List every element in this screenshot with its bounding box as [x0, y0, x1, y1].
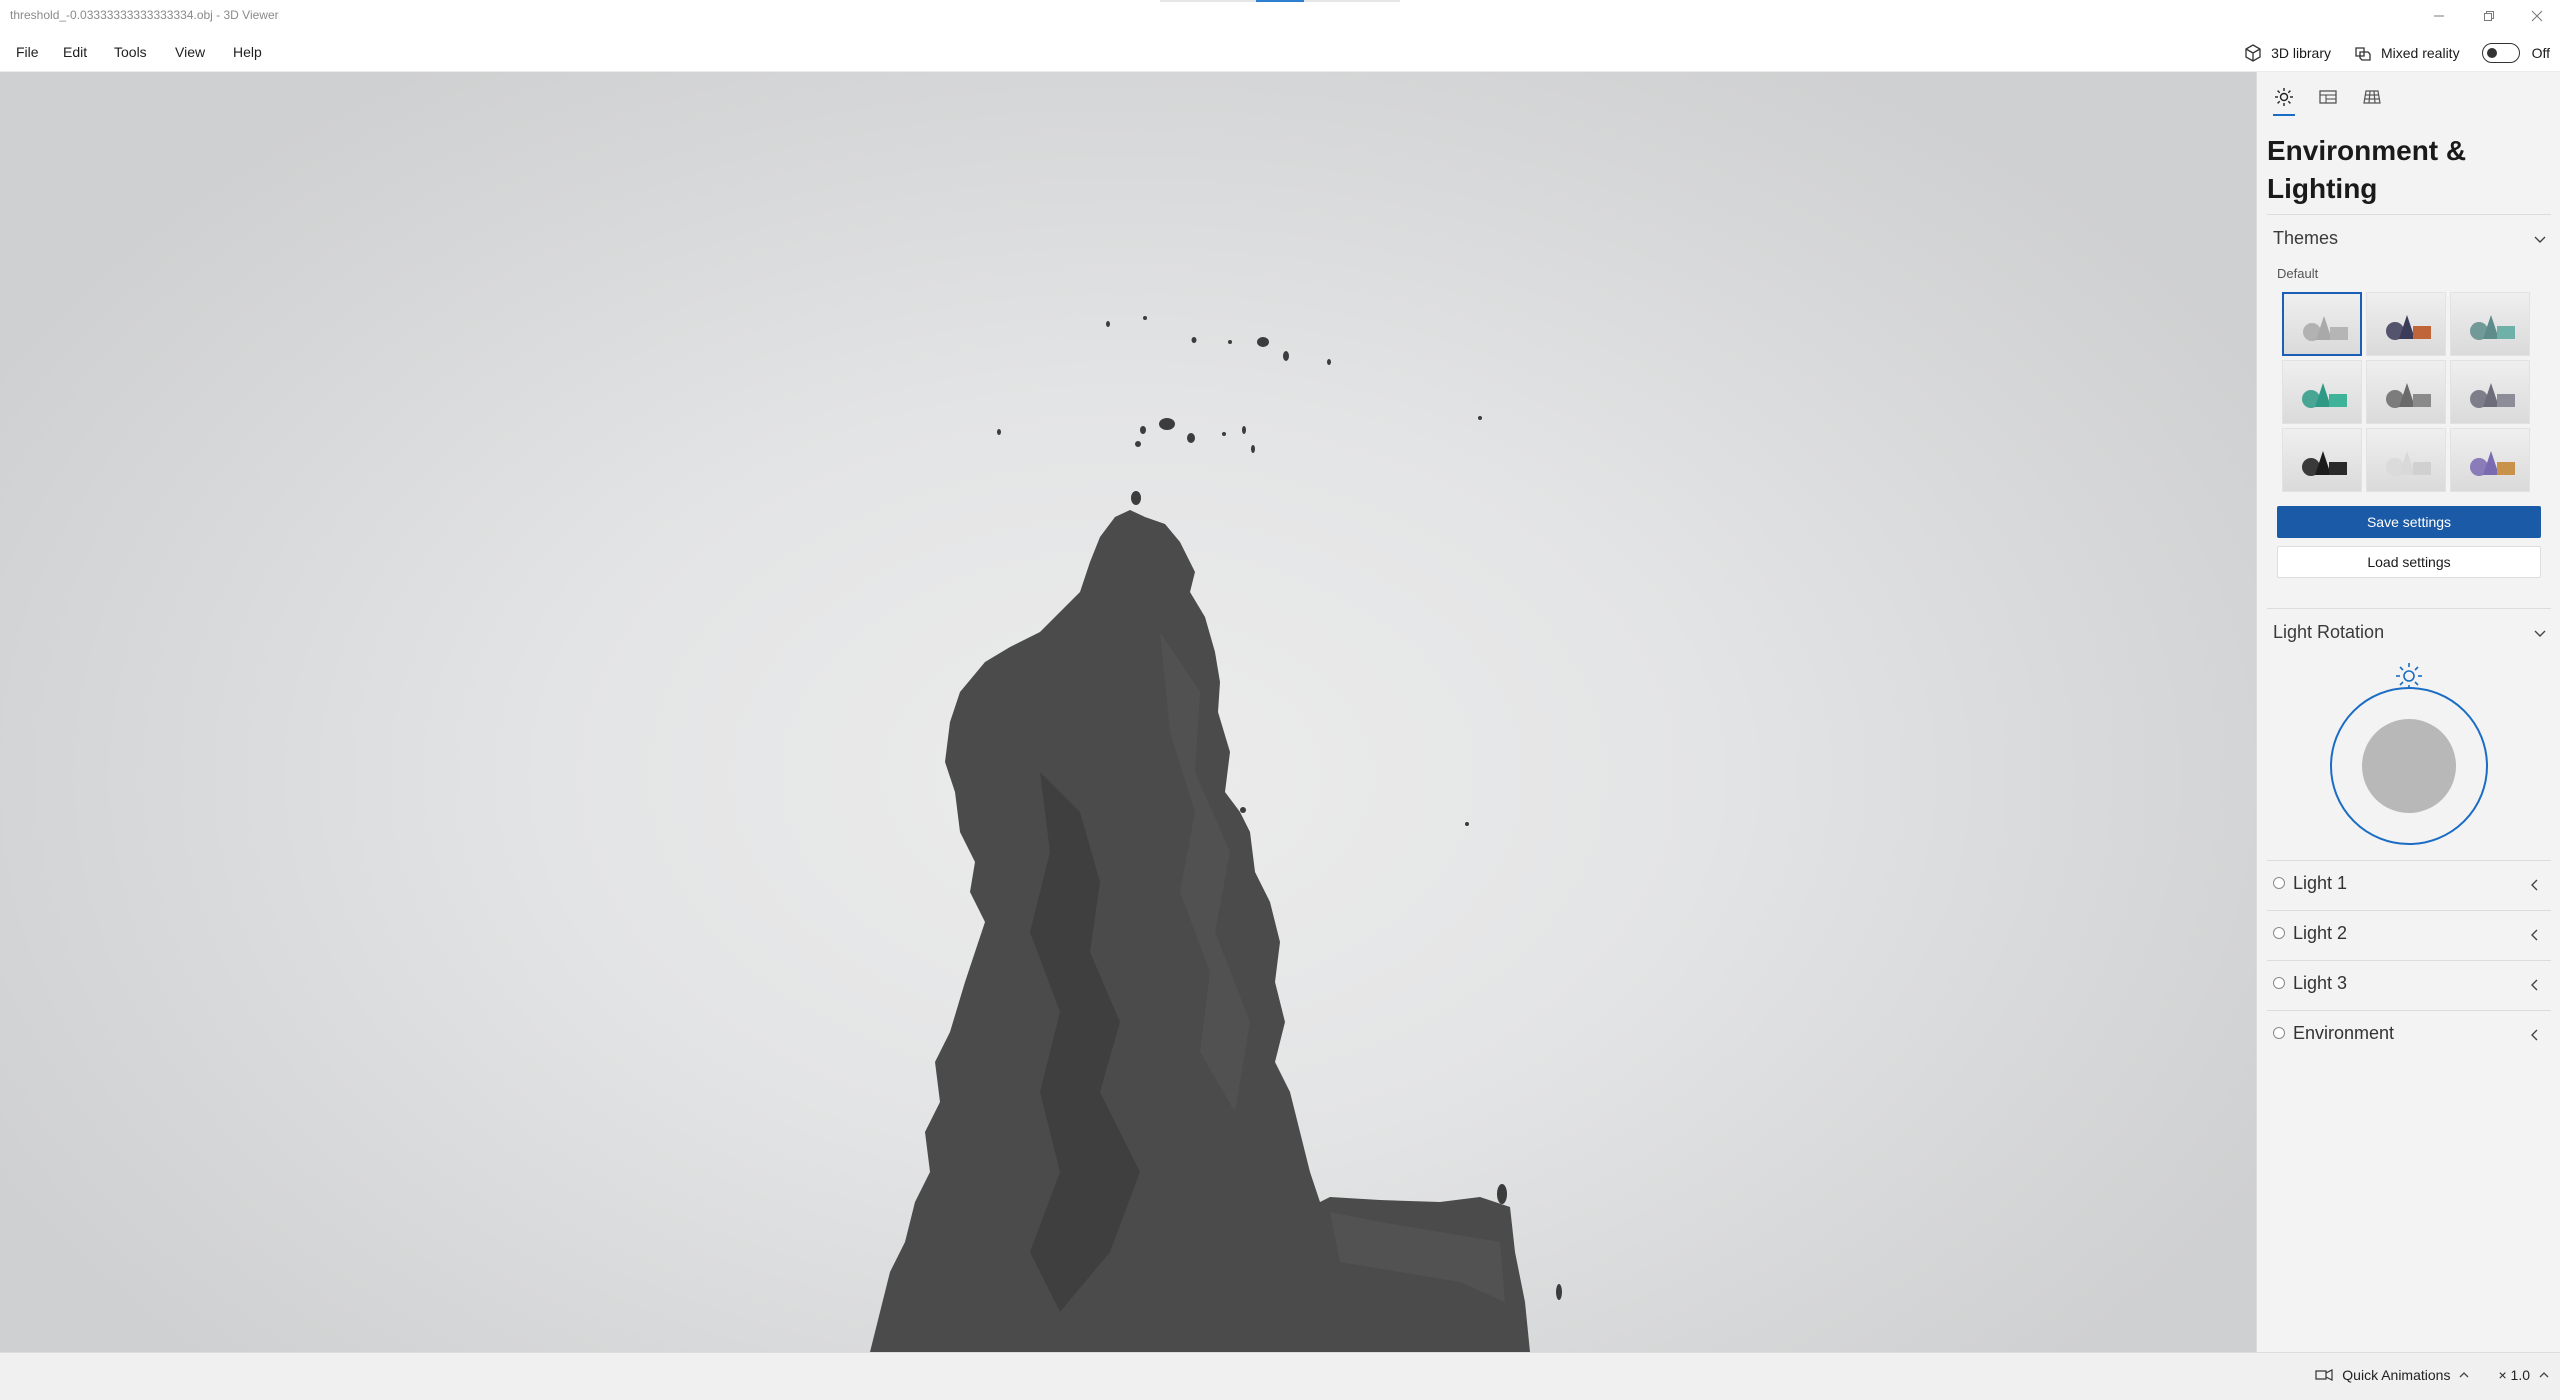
theme-swatch[interactable] [2450, 292, 2530, 356]
chevron-down-icon[interactable] [2532, 232, 2548, 248]
animation-controls: Quick Animations × 1.0 [2314, 1367, 2550, 1383]
theme-swatch[interactable] [2282, 428, 2362, 492]
tab-stats-shading[interactable] [2315, 84, 2341, 110]
theme-preview-icon [2470, 315, 2515, 340]
mixed-reality-state: Off [2531, 45, 2550, 61]
chevron-left-icon[interactable] [2527, 977, 2543, 993]
light-rotation-header[interactable]: Light Rotation [2273, 622, 2553, 643]
chevron-left-icon[interactable] [2527, 927, 2543, 943]
light-toggle-radio[interactable] [2273, 927, 2285, 939]
light-row[interactable]: Environment [2267, 1010, 2551, 1060]
tab-grid-views[interactable] [2359, 84, 2385, 110]
panel-title: Environment & Lighting [2267, 135, 2467, 204]
title-bar: threshold_-0.03333333333333334.obj - 3D … [0, 0, 2560, 32]
restore-icon [2484, 11, 2494, 21]
stats-icon [2319, 90, 2337, 104]
divider [2267, 608, 2551, 609]
top-right-tools: 3D library Mixed reality Off [2243, 41, 2550, 65]
status-bar: Quick Animations × 1.0 [0, 1352, 2560, 1400]
light-row-label: Environment [2293, 1023, 2395, 1043]
light-row[interactable]: Light 2 [2267, 910, 2551, 960]
themes-grid [2282, 292, 2530, 492]
themes-header[interactable]: Themes [2273, 228, 2553, 249]
theme-preview-icon [2302, 451, 2347, 476]
theme-swatch[interactable] [2282, 360, 2362, 424]
light-rotation-dial[interactable] [2329, 660, 2489, 850]
grid-icon [2363, 90, 2381, 104]
load-settings-button[interactable]: Load settings [2277, 546, 2541, 578]
light-row[interactable]: Light 1 [2267, 860, 2551, 910]
menu-tools[interactable]: Tools [114, 44, 147, 60]
light-rotation-header-label: Light Rotation [2273, 622, 2385, 642]
animation-icon [2315, 1369, 2333, 1381]
chevron-left-icon[interactable] [2527, 877, 2543, 893]
light-row-label: Light 2 [2293, 923, 2348, 943]
3d-library-button[interactable]: 3D library [2243, 43, 2331, 63]
divider [2267, 214, 2551, 215]
loading-progress-bar [1160, 0, 1400, 2]
light-row[interactable]: Light 3 [2267, 960, 2551, 1010]
menu-edit[interactable]: Edit [63, 44, 87, 60]
menu-help[interactable]: Help [233, 44, 262, 60]
mixed-reality-label: Mixed reality [2380, 45, 2460, 61]
light-toggle-radio[interactable] [2273, 1027, 2285, 1039]
themes-group-label: Default [2277, 266, 2319, 281]
theme-preview-icon [2386, 383, 2431, 408]
quick-animations-button[interactable]: Quick Animations [2342, 1367, 2450, 1383]
theme-preview-icon [2302, 383, 2347, 408]
cube-icon [2245, 44, 2261, 62]
theme-preview-icon [2470, 451, 2515, 476]
theme-preview-icon [2386, 451, 2431, 476]
3d-library-label: 3D library [2271, 45, 2331, 61]
mixed-reality-icon [2355, 47, 2371, 61]
theme-preview-icon [2303, 316, 2348, 341]
tab-environment-lighting[interactable] [2271, 84, 2297, 116]
light-sun-icon[interactable] [2396, 663, 2422, 689]
close-icon [2531, 10, 2543, 22]
theme-swatch[interactable] [2450, 428, 2530, 492]
sun-icon [2275, 88, 2293, 106]
side-panel: Environment & Lighting Themes Default Sa… [2256, 72, 2560, 1352]
menu-file[interactable]: File [16, 44, 39, 60]
loading-progress-fill [1256, 0, 1304, 2]
save-settings-button[interactable]: Save settings [2277, 506, 2541, 538]
theme-swatch[interactable] [2450, 360, 2530, 424]
chevron-left-icon[interactable] [2527, 1027, 2543, 1043]
panel-tabs [2271, 84, 2385, 116]
chevron-up-icon[interactable] [2458, 1369, 2470, 1381]
rotation-sphere [2362, 719, 2456, 813]
theme-swatch[interactable] [2366, 360, 2446, 424]
menu-view[interactable]: View [175, 44, 205, 60]
3d-viewport[interactable] [0, 72, 2256, 1352]
window-title: threshold_-0.03333333333333334.obj - 3D … [10, 8, 279, 22]
theme-swatch[interactable] [2282, 292, 2362, 356]
minimize-icon [2434, 15, 2444, 17]
chevron-up-icon[interactable] [2538, 1369, 2550, 1381]
themes-header-label: Themes [2273, 228, 2339, 248]
close-button[interactable] [2514, 0, 2560, 32]
animation-speed-button[interactable]: × 1.0 [2498, 1367, 2530, 1383]
theme-preview-icon [2386, 315, 2431, 340]
light-toggle-radio[interactable] [2273, 977, 2285, 989]
light-toggle-radio[interactable] [2273, 877, 2285, 889]
theme-swatch[interactable] [2366, 292, 2446, 356]
mixed-reality-button[interactable]: Mixed reality [2353, 43, 2460, 63]
3d-model-render [870, 316, 1562, 1352]
minimize-button[interactable] [2416, 0, 2462, 32]
theme-swatch[interactable] [2366, 428, 2446, 492]
chevron-down-icon[interactable] [2532, 626, 2548, 642]
app-window: threshold_-0.03333333333333334.obj - 3D … [0, 0, 2560, 1400]
menu-bar: File Edit Tools View Help 3D library Mix… [0, 32, 2560, 72]
light-row-label: Light 3 [2293, 973, 2348, 993]
mixed-reality-toggle[interactable] [2481, 43, 2520, 63]
light-row-label: Light 1 [2293, 873, 2348, 893]
theme-preview-icon [2470, 383, 2515, 408]
restore-button[interactable] [2466, 0, 2512, 32]
